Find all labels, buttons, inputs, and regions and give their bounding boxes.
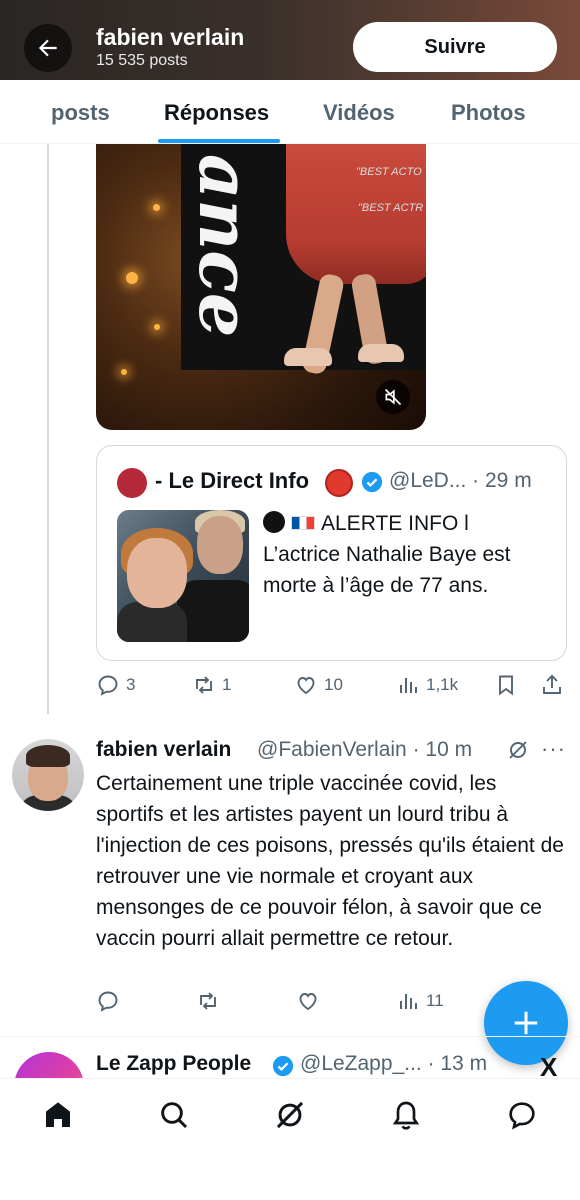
stage-light <box>154 324 160 330</box>
reply-icon <box>98 991 118 1012</box>
author-avatar[interactable] <box>12 739 84 811</box>
views-button[interactable]: 1,1k <box>396 673 458 697</box>
profile-tabs: posts Réponses Vidéos Photos <box>0 80 580 144</box>
post-author-name[interactable]: fabien verlain <box>96 738 231 762</box>
stage-light <box>126 272 138 284</box>
back-button[interactable] <box>24 24 72 72</box>
reply-count: 3 <box>126 675 136 694</box>
tab-posts[interactable]: posts <box>51 100 110 126</box>
views-count: 1,1k <box>426 675 459 694</box>
quoted-text-line: L’actrice Nathalie Baye est <box>263 543 511 566</box>
post-actions: 3 1 10 1,1k <box>96 673 566 703</box>
post-text: Certainement une triple vaccinée covid, … <box>96 772 564 950</box>
video-shoe <box>284 348 332 366</box>
nav-messages[interactable] <box>504 1097 540 1133</box>
quoted-text-line: ALERTE INFO l <box>263 508 553 539</box>
bookmark-button[interactable] <box>494 673 518 697</box>
nav-notifications[interactable] <box>388 1097 424 1133</box>
home-icon <box>46 1102 70 1127</box>
views-count: 11 <box>426 991 444 1010</box>
thread-line <box>47 144 49 714</box>
speaker-muted-icon <box>384 388 402 406</box>
thumb-shape <box>117 602 187 642</box>
active-tab-indicator <box>158 139 280 143</box>
heart-icon <box>297 677 315 695</box>
video-caption-line: "BEST ACTO <box>356 166 422 178</box>
france-flag-icon <box>291 516 315 530</box>
quoted-text-line: morte à l’âge de 77 ans. <box>263 574 489 597</box>
quoted-text: ALERTE INFO l L’actrice Nathalie Baye es… <box>263 508 553 601</box>
views-chart-icon <box>400 678 417 693</box>
plus-icon <box>514 1011 538 1035</box>
thumb-shape <box>127 538 187 608</box>
like-button[interactable] <box>296 989 320 1013</box>
video-media[interactable]: ance "BEST ACTO "BEST ACTR <box>96 144 426 430</box>
notifications-icon <box>392 1101 420 1130</box>
quoted-author-name: - Le Direct Info <box>155 468 310 493</box>
reply-button[interactable] <box>96 989 120 1013</box>
tab-photos[interactable]: Photos <box>451 100 526 126</box>
video-shoe <box>358 344 404 362</box>
video-caption-line: "BEST ACTR <box>358 202 424 214</box>
repost-button[interactable]: 1 <box>192 673 231 697</box>
arrow-left-icon <box>38 39 57 57</box>
grok-icon <box>276 1101 304 1129</box>
nav-search[interactable] <box>156 1097 192 1133</box>
messages-icon <box>509 1102 535 1130</box>
like-button[interactable]: 10 <box>294 673 343 697</box>
repost-count: 1 <box>222 675 232 694</box>
profile-header: fabien verlain 15 535 posts Suivre <box>0 0 580 80</box>
repost-icon <box>196 676 212 694</box>
avatar-shape <box>26 745 70 767</box>
quoted-avatar <box>117 468 147 498</box>
views-chart-icon <box>400 994 417 1009</box>
post-author-name[interactable]: Le Zapp People <box>96 1052 251 1076</box>
tab-videos[interactable]: Vidéos <box>323 100 395 126</box>
post-handle-time: @FabienVerlain · 10 m <box>257 738 473 761</box>
post-handle-time: @LeZapp_... · 13 m <box>300 1052 488 1075</box>
reply-button[interactable]: 3 <box>96 673 135 697</box>
reply-icon <box>98 675 118 696</box>
quoted-post[interactable]: - Le Direct Info @LeD... · 29 m ALERTE I… <box>96 445 567 661</box>
repost-icon <box>200 992 216 1010</box>
repost-button[interactable] <box>196 989 220 1013</box>
bottom-navigation <box>0 1078 580 1200</box>
post-count: 15 535 posts <box>96 52 188 69</box>
bookmark-icon <box>499 675 513 696</box>
like-count: 10 <box>324 675 343 694</box>
tab-replies[interactable]: Réponses <box>164 100 269 126</box>
verified-badge-icon <box>361 471 383 493</box>
video-script-text: ance <box>183 154 266 338</box>
video-dress <box>286 144 426 284</box>
thumb-shape <box>177 580 249 642</box>
share-button[interactable] <box>540 673 564 697</box>
share-icon <box>543 674 561 694</box>
post-divider <box>0 1036 580 1037</box>
heart-icon <box>299 993 317 1011</box>
quoted-handle-time: @LeD... · 29 m <box>389 469 532 492</box>
quoted-thumbnail <box>117 510 249 642</box>
stage-light <box>121 369 127 375</box>
verified-badge-icon <box>272 1055 294 1077</box>
follow-button[interactable]: Suivre <box>353 22 557 72</box>
nav-grok[interactable] <box>272 1097 308 1133</box>
nav-home[interactable] <box>40 1097 76 1133</box>
more-options-button[interactable]: ··· <box>541 736 566 762</box>
mute-button[interactable] <box>376 380 410 414</box>
thumb-shape <box>197 516 243 574</box>
profile-name: fabien verlain <box>96 24 245 50</box>
stage-light <box>153 204 160 211</box>
grok-icon[interactable] <box>506 738 530 762</box>
views-button[interactable]: 11 <box>396 989 444 1013</box>
red-circle-emoji-icon <box>325 469 353 497</box>
quoted-text-segment: ALERTE INFO l <box>321 512 469 535</box>
search-icon <box>161 1102 188 1129</box>
black-circle-emoji-icon <box>263 511 285 533</box>
